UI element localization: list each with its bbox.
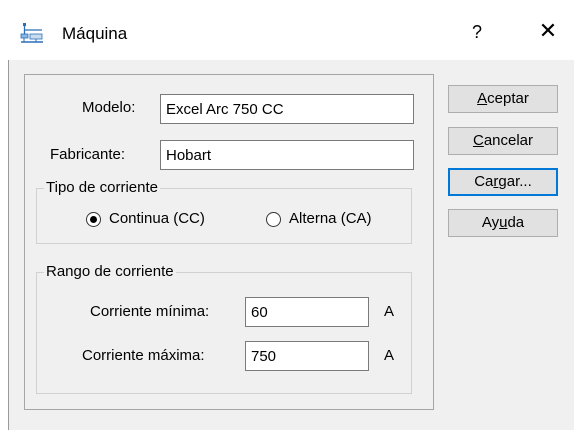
radio-dc-label[interactable]: Continua (CC) bbox=[109, 210, 205, 227]
accept-button[interactable]: Aceptar bbox=[448, 85, 558, 113]
window-title: Máquina bbox=[62, 24, 128, 43]
min-current-unit: A bbox=[384, 303, 395, 320]
model-input[interactable]: Excel Arc 750 CC bbox=[160, 94, 414, 124]
min-current-input[interactable]: 60 bbox=[245, 297, 369, 327]
model-label: Modelo: bbox=[82, 99, 136, 116]
title-bar: Máquina ? ✕ bbox=[0, 0, 574, 60]
load-button[interactable]: Cargar... bbox=[448, 168, 558, 196]
radio-ac-label[interactable]: Alterna (CA) bbox=[289, 210, 372, 227]
current-range-title: Rango de corriente bbox=[44, 263, 176, 280]
cancel-button[interactable]: Cancelar bbox=[448, 127, 558, 155]
radio-ac[interactable] bbox=[266, 212, 281, 227]
manufacturer-input[interactable]: Hobart bbox=[160, 140, 414, 170]
current-range-group bbox=[36, 272, 412, 394]
radio-dc[interactable] bbox=[86, 212, 101, 227]
max-current-unit: A bbox=[384, 347, 395, 364]
max-current-label: Corriente máxima: bbox=[82, 347, 205, 364]
close-button[interactable]: ✕ bbox=[536, 20, 560, 42]
min-current-label: Corriente mínima: bbox=[90, 303, 210, 320]
max-current-input[interactable]: 750 bbox=[245, 341, 369, 371]
help-title-button[interactable]: ? bbox=[468, 22, 486, 43]
machine-app-icon bbox=[20, 23, 43, 43]
help-button[interactable]: Ayuda bbox=[448, 209, 558, 237]
current-type-title: Tipo de corriente bbox=[44, 179, 161, 196]
manufacturer-label: Fabricante: bbox=[50, 146, 126, 163]
